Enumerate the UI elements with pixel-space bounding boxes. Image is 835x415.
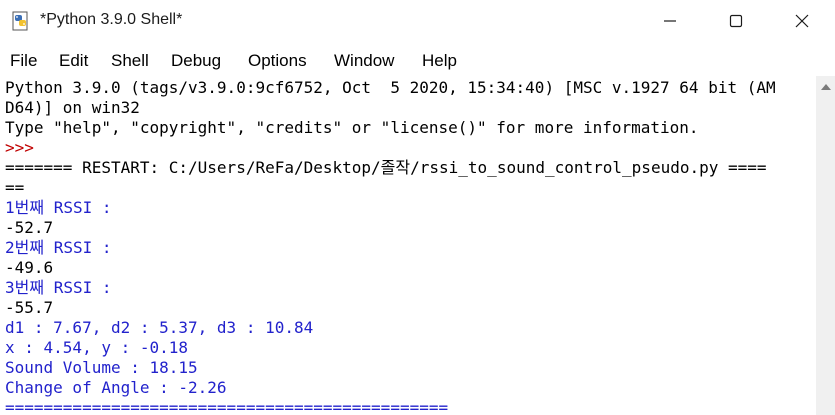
menu-window[interactable]: Window xyxy=(334,51,394,71)
menu-debug[interactable]: Debug xyxy=(171,51,221,71)
input-line: -55.7 xyxy=(5,298,54,317)
output-line: d1 : 7.67, d2 : 5.37, d3 : 10.84 xyxy=(5,318,314,337)
close-button[interactable] xyxy=(769,0,835,44)
scroll-track[interactable] xyxy=(816,100,835,415)
window-title: *Python 3.9.0 Shell* xyxy=(40,11,183,28)
output-line: Change of Angle : -2.26 xyxy=(5,378,227,397)
menu-edit[interactable]: Edit xyxy=(59,51,88,71)
shell-line: D64)] on win32 xyxy=(5,98,140,117)
shell-prompt: >>> xyxy=(5,138,44,157)
menu-file[interactable]: File xyxy=(10,51,37,71)
output-line: 2번째 RSSI : xyxy=(5,238,112,257)
title-bar: *Python 3.9.0 Shell* xyxy=(0,0,835,44)
output-line: ========================================… xyxy=(5,398,449,415)
minimize-icon xyxy=(663,13,677,32)
output-line: 3번째 RSSI : xyxy=(5,278,112,297)
input-line: -52.7 xyxy=(5,218,54,237)
menu-bar: File Edit Shell Debug Options Window Hel… xyxy=(0,46,835,76)
scroll-up-arrow-icon[interactable] xyxy=(821,84,831,90)
menu-shell[interactable]: Shell xyxy=(111,51,149,71)
menu-help[interactable]: Help xyxy=(422,51,457,71)
output-line: Sound Volume : 18.15 xyxy=(5,358,198,377)
python-idle-icon xyxy=(10,10,32,32)
minimize-button[interactable] xyxy=(637,0,703,44)
input-line: -49.6 xyxy=(5,258,54,277)
output-line: x : 4.54, y : -0.18 xyxy=(5,338,189,357)
maximize-icon xyxy=(729,13,743,32)
restart-banner-wrap: == xyxy=(5,178,25,197)
shell-line: Python 3.9.0 (tags/v3.9.0:9cf6752, Oct 5… xyxy=(5,78,776,97)
shell-line: Type "help", "copyright", "credits" or "… xyxy=(5,118,699,137)
maximize-button[interactable] xyxy=(703,0,769,44)
vertical-scrollbar[interactable] xyxy=(816,76,835,415)
output-line: 1번째 RSSI : xyxy=(5,198,112,217)
menu-options[interactable]: Options xyxy=(248,51,307,71)
shell-text-area[interactable]: Python 3.9.0 (tags/v3.9.0:9cf6752, Oct 5… xyxy=(0,76,816,415)
restart-banner: ======= RESTART: C:/Users/ReFa/Desktop/졸… xyxy=(5,158,767,177)
close-icon xyxy=(795,13,809,32)
